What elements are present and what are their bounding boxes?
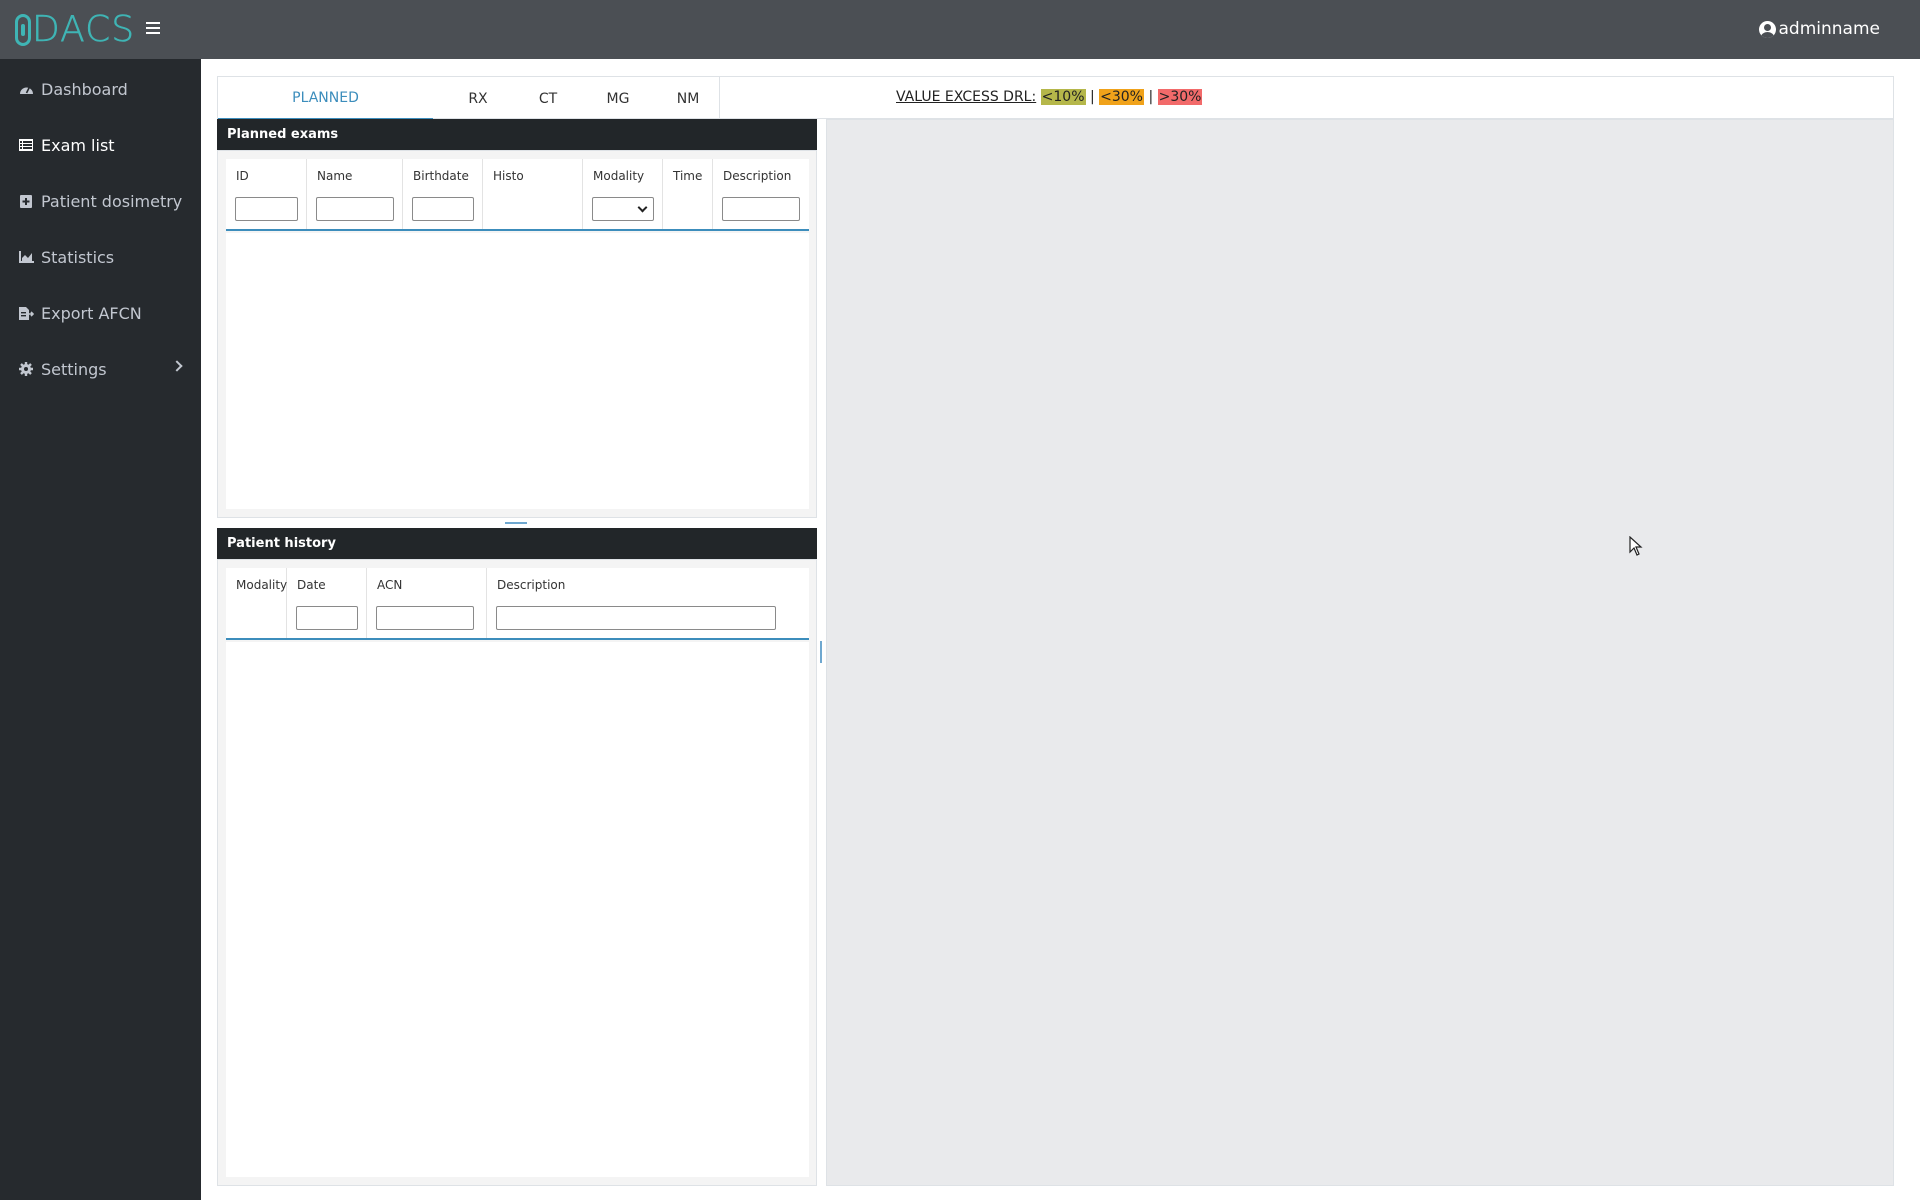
user-menu[interactable]: adminname xyxy=(1758,19,1880,39)
column-description[interactable]: Description xyxy=(713,159,809,229)
export-file-icon xyxy=(18,306,34,320)
column-time[interactable]: Time xyxy=(663,159,713,229)
column-id[interactable]: ID xyxy=(226,159,307,229)
top-navbar: DACS adminname xyxy=(0,0,1920,59)
tab-nm[interactable]: NM xyxy=(653,77,723,120)
horizontal-splitter-handle[interactable] xyxy=(505,522,527,524)
column-acn[interactable]: ACN xyxy=(367,568,487,638)
column-modality[interactable]: Modality xyxy=(226,568,287,638)
vertical-splitter-handle[interactable] xyxy=(820,641,822,663)
drl-badge-medium: <30% xyxy=(1099,89,1144,105)
patient-history-grid-header: Modality Date ACN Description xyxy=(226,568,809,640)
sidebar-item-label: Settings xyxy=(41,359,107,379)
column-modality[interactable]: Modality xyxy=(583,159,663,229)
logo-text: DACS xyxy=(32,9,136,50)
column-histo[interactable]: Histo xyxy=(483,159,583,229)
mouse-cursor-icon xyxy=(1629,536,1643,556)
modality-tabs: PLANNED RX CT MG NM VALUE EXCESS DRL: <1… xyxy=(217,76,1894,120)
description-filter-input[interactable] xyxy=(496,606,776,630)
sidebar: Dashboard Exam list Patient dosimetry St… xyxy=(0,59,201,1200)
planned-exams-header: Planned exams xyxy=(217,119,817,150)
sidebar-item-label: Export AFCN xyxy=(41,303,142,323)
drl-label: VALUE EXCESS DRL: xyxy=(896,89,1037,105)
dashboard-icon xyxy=(18,82,34,96)
gear-icon xyxy=(18,362,34,376)
sidebar-item-patient-dosimetry[interactable]: Patient dosimetry xyxy=(0,181,201,221)
app-logo[interactable]: DACS xyxy=(15,9,136,50)
logo-mark-icon xyxy=(15,14,31,46)
tab-ct[interactable]: CT xyxy=(513,77,583,120)
sidebar-item-settings[interactable]: Settings xyxy=(0,349,201,389)
hamburger-menu-icon[interactable] xyxy=(146,20,160,36)
main-content: PLANNED RX CT MG NM VALUE EXCESS DRL: <1… xyxy=(217,76,1894,1186)
column-name[interactable]: Name xyxy=(307,159,403,229)
exam-detail-panel xyxy=(826,119,1894,1186)
planned-exams-grid-header: ID Name Birthdate Histo Modality Time De… xyxy=(226,159,809,231)
user-circle-icon xyxy=(1758,20,1776,38)
list-icon xyxy=(18,138,34,152)
date-filter-input[interactable] xyxy=(296,606,358,630)
sidebar-item-label: Statistics xyxy=(41,247,115,267)
sidebar-item-dashboard[interactable]: Dashboard xyxy=(0,69,201,109)
patient-history-grid-body[interactable] xyxy=(226,642,809,1177)
tab-separator xyxy=(719,77,720,120)
dosimetry-icon xyxy=(18,194,34,208)
drl-badge-low: <10% xyxy=(1040,89,1086,105)
user-name: adminname xyxy=(1778,19,1880,39)
id-filter-input[interactable] xyxy=(235,197,298,221)
patient-history-header: Patient history xyxy=(217,528,817,559)
column-description[interactable]: Description xyxy=(487,568,809,638)
sidebar-item-exam-list[interactable]: Exam list xyxy=(0,125,201,165)
acn-filter-input[interactable] xyxy=(376,606,474,630)
sidebar-item-export-afcn[interactable]: Export AFCN xyxy=(0,293,201,333)
drl-badge-high: >30% xyxy=(1157,89,1203,105)
tab-mg[interactable]: MG xyxy=(583,77,653,120)
tab-rx[interactable]: RX xyxy=(443,77,513,120)
description-filter-input[interactable] xyxy=(722,197,800,221)
planned-exams-panel: ID Name Birthdate Histo Modality Time De… xyxy=(217,150,817,518)
patient-history-panel: Modality Date ACN Description xyxy=(217,559,817,1186)
column-date[interactable]: Date xyxy=(287,568,367,638)
sidebar-item-label: Dashboard xyxy=(41,79,128,99)
sidebar-item-statistics[interactable]: Statistics xyxy=(0,237,201,277)
birthdate-filter-input[interactable] xyxy=(412,197,474,221)
planned-exams-grid-body[interactable] xyxy=(226,233,809,509)
modality-filter-select[interactable] xyxy=(592,197,654,221)
drl-separator: | xyxy=(1089,89,1095,105)
chevron-right-icon xyxy=(171,360,183,372)
chart-icon xyxy=(18,250,34,264)
sidebar-item-label: Exam list xyxy=(41,135,115,155)
drl-separator: | xyxy=(1148,89,1154,105)
drl-legend: VALUE EXCESS DRL: <10% | <30% | >30% xyxy=(896,89,1203,105)
name-filter-input[interactable] xyxy=(316,197,394,221)
column-birthdate[interactable]: Birthdate xyxy=(403,159,483,229)
tab-planned[interactable]: PLANNED xyxy=(218,77,433,120)
sidebar-item-label: Patient dosimetry xyxy=(41,191,183,211)
